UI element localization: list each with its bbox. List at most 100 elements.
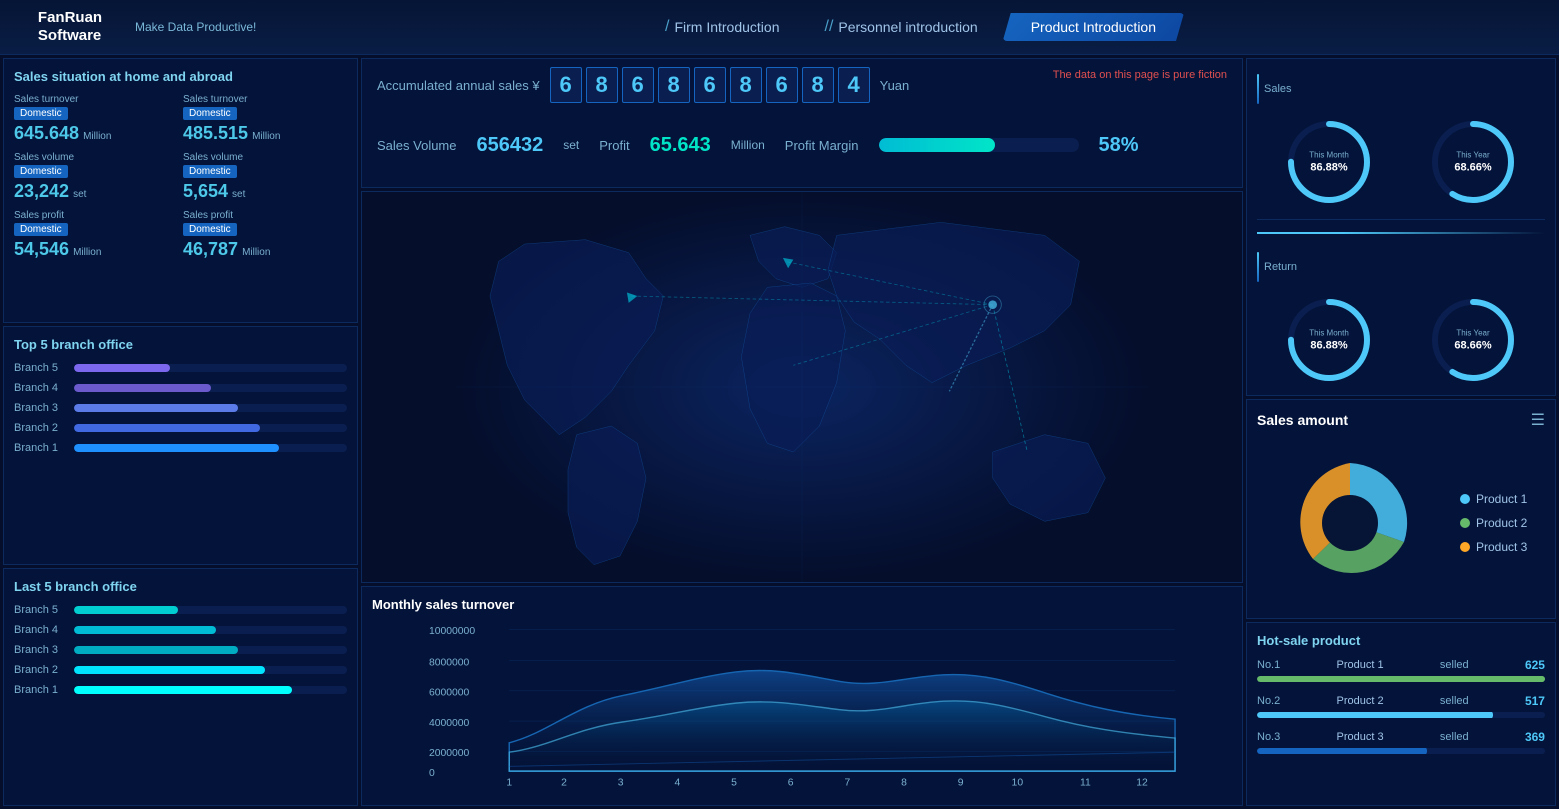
stat-row-turnover-2: 485.515 Million bbox=[183, 123, 347, 144]
legend-product2: Product 2 bbox=[1460, 516, 1527, 530]
gauge-circle-4: This Year 68.66% bbox=[1428, 295, 1518, 385]
header: FanRuanSoftware Make Data Productive! / … bbox=[0, 0, 1559, 55]
gauge-month-label-1: This Month bbox=[1309, 151, 1349, 160]
last5-title: Last 5 branch office bbox=[14, 579, 347, 594]
svg-text:6: 6 bbox=[788, 777, 794, 788]
hot-selled-label: selled bbox=[1440, 695, 1469, 707]
hot-count: 517 bbox=[1525, 694, 1545, 708]
separator-line-2 bbox=[1257, 232, 1545, 234]
hot-rank: No.1 bbox=[1257, 659, 1280, 671]
svg-text:10: 10 bbox=[1012, 777, 1024, 788]
svg-text:1: 1 bbox=[506, 777, 512, 788]
gauge-year-label-2: This Year bbox=[1454, 329, 1491, 338]
top5-panel: Top 5 branch office Branch 5 Branch 4 Br… bbox=[3, 326, 358, 565]
branch-name: Branch 5 bbox=[14, 604, 66, 616]
monthly-chart-svg: 10000000 8000000 6000000 4000000 2000000… bbox=[372, 620, 1232, 790]
svg-text:4000000: 4000000 bbox=[429, 718, 470, 729]
stat-row-turnover-1: 645.648 Million bbox=[14, 123, 178, 144]
branch-item: Branch 1 bbox=[14, 442, 347, 454]
svg-text:12: 12 bbox=[1136, 777, 1148, 788]
svg-text:9: 9 bbox=[958, 777, 964, 788]
gauge-year-val-2: 68.66% bbox=[1454, 340, 1491, 352]
pie-area: Product 1 Product 2 Product 3 bbox=[1257, 438, 1545, 608]
branch-bar-fill bbox=[74, 666, 265, 674]
digit-boxes: 686868684 bbox=[550, 67, 870, 103]
branch-item: Branch 3 bbox=[14, 644, 347, 656]
hot-item-header: No.1 Product 1 selled 625 bbox=[1257, 658, 1545, 672]
branch-item: Branch 2 bbox=[14, 422, 347, 434]
svg-text:4: 4 bbox=[674, 777, 680, 788]
margin-bar bbox=[879, 138, 1079, 152]
gauge-circle-1: This Month 86.88% bbox=[1284, 117, 1374, 207]
branch-bar-bg bbox=[74, 384, 347, 392]
gauges-panel: Sales This Month 86.88% bbox=[1246, 58, 1556, 396]
monthly-panel: Monthly sales turnover 10000000 8000000 … bbox=[361, 586, 1243, 806]
svg-text:5: 5 bbox=[731, 777, 737, 788]
branch-bar-bg bbox=[74, 424, 347, 432]
hot-bar-dot bbox=[1481, 712, 1493, 718]
legend-dot-product2 bbox=[1460, 518, 1470, 528]
gauge-row-top: Sales bbox=[1257, 69, 1545, 109]
hot-count: 369 bbox=[1525, 730, 1545, 744]
hot-sale-list: No.1 Product 1 selled 625 No.2 Product 2… bbox=[1257, 658, 1545, 754]
branch-name: Branch 3 bbox=[14, 644, 66, 656]
hot-product-name: Product 3 bbox=[1337, 731, 1384, 743]
world-map bbox=[361, 191, 1243, 583]
center-column: Accumulated annual sales ¥ 686868684 Yua… bbox=[361, 58, 1243, 806]
hot-rank: No.2 bbox=[1257, 695, 1280, 707]
svg-text:10000000: 10000000 bbox=[429, 626, 475, 637]
stats-grid: Sales turnover Domestic 645.648 Million … bbox=[14, 94, 347, 260]
hot-item-header: No.3 Product 3 selled 369 bbox=[1257, 730, 1545, 744]
hot-product-name: Product 2 bbox=[1337, 695, 1384, 707]
nav-tab-product[interactable]: Product Introduction bbox=[1003, 13, 1184, 41]
branch-bar-bg bbox=[74, 444, 347, 452]
gauge-circle-3: This Month 86.88% bbox=[1284, 295, 1374, 385]
svg-text:7: 7 bbox=[844, 777, 850, 788]
gauge-year-val-1: 68.66% bbox=[1454, 162, 1491, 174]
branch-item: Branch 2 bbox=[14, 664, 347, 676]
volume-unit: set bbox=[563, 138, 579, 152]
branch-bar-bg bbox=[74, 364, 347, 372]
menu-icon[interactable]: ☰ bbox=[1531, 410, 1545, 430]
branch-item: Branch 4 bbox=[14, 382, 347, 394]
branch-bar-bg bbox=[74, 404, 347, 412]
svg-text:3: 3 bbox=[618, 777, 624, 788]
digit-box: 8 bbox=[586, 67, 618, 103]
margin-value: 58% bbox=[1099, 134, 1139, 157]
digit-box: 8 bbox=[802, 67, 834, 103]
branch-item: Branch 1 bbox=[14, 684, 347, 696]
nav-tab-firm[interactable]: / Firm Introduction bbox=[645, 12, 800, 42]
branch-bar-fill bbox=[74, 424, 260, 432]
sales-amount-panel: Sales amount ☰ Product 1 bbox=[1246, 399, 1556, 619]
slash-icon-2: // bbox=[825, 18, 834, 36]
digit-box: 6 bbox=[694, 67, 726, 103]
branch-bar-fill bbox=[74, 444, 279, 452]
branch-bar-fill bbox=[74, 646, 238, 654]
sales-amount-header: Sales amount ☰ bbox=[1257, 410, 1545, 430]
hot-sale-panel: Hot-sale product No.1 Product 1 selled 6… bbox=[1246, 622, 1556, 806]
digit-box: 8 bbox=[658, 67, 690, 103]
svg-text:8000000: 8000000 bbox=[429, 657, 470, 668]
svg-text:8: 8 bbox=[901, 777, 907, 788]
digit-box: 4 bbox=[838, 67, 870, 103]
svg-text:0: 0 bbox=[429, 768, 435, 779]
nav-tab-personnel[interactable]: // Personnel introduction bbox=[805, 12, 998, 42]
branch-bar-bg bbox=[74, 686, 347, 694]
branch-name: Branch 1 bbox=[14, 442, 66, 454]
gauge-year-1: This Year 68.66% bbox=[1428, 117, 1518, 207]
sales-situation-title: Sales situation at home and abroad bbox=[14, 69, 347, 84]
gauge-month-val-2: 86.88% bbox=[1310, 340, 1347, 352]
top5-title: Top 5 branch office bbox=[14, 337, 347, 352]
hot-bar-fill bbox=[1257, 676, 1545, 682]
digit-box: 6 bbox=[622, 67, 654, 103]
branch-bar-fill bbox=[74, 686, 292, 694]
right-column: Sales This Month 86.88% bbox=[1246, 58, 1556, 806]
branch-bar-fill bbox=[74, 606, 178, 614]
sales-label: Sales bbox=[1264, 83, 1304, 95]
sales-indicator bbox=[1257, 74, 1259, 104]
hot-selled-label: selled bbox=[1440, 659, 1469, 671]
sales-amount-title: Sales amount bbox=[1257, 412, 1348, 428]
separator-1 bbox=[1257, 219, 1545, 220]
margin-label: Profit Margin bbox=[785, 138, 859, 153]
return-label: Return bbox=[1264, 261, 1304, 273]
